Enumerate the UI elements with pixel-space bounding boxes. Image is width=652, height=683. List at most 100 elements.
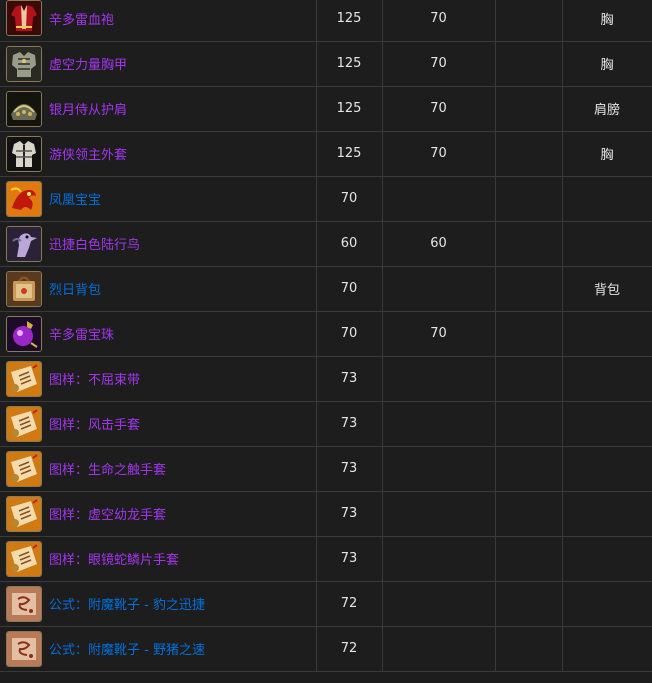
item-level: 125: [336, 101, 362, 116]
item-name-cell: 公式：附魔靴子 - 野猪之速: [0, 626, 317, 672]
required-level-cell: [382, 401, 496, 447]
table-row: 公式：附魔靴子 - 豹之迅捷 72: [0, 581, 652, 627]
formula-scroll-icon[interactable]: [6, 630, 42, 667]
item-slot: 肩膀: [593, 103, 620, 118]
table-row: 图样：眼镜蛇鳞片手套 73: [0, 536, 652, 582]
item-link[interactable]: 图样：生命之触手套: [49, 459, 166, 478]
table-row: 辛多雷宝珠 70 70: [0, 311, 652, 357]
slot-cell: 背包: [562, 266, 652, 312]
required-level: 60: [430, 236, 447, 251]
bag-icon[interactable]: [6, 270, 42, 307]
item-level-cell: 70: [316, 311, 383, 357]
item-table-body: 辛多雷血袍 125 70 胸 虚空力量胸甲 125 70 胸 银月侍从护肩 12…: [0, 0, 652, 672]
pattern-scroll-icon[interactable]: [6, 495, 42, 532]
table-row: 银月侍从护肩 125 70 肩膀: [0, 86, 652, 132]
pattern-scroll-icon[interactable]: [6, 540, 42, 577]
red-robe-icon[interactable]: [6, 0, 42, 37]
required-level-cell: [382, 491, 496, 537]
required-level-cell: 70: [382, 41, 496, 87]
slot-cell: 胸: [562, 131, 652, 177]
item-level: 73: [340, 551, 358, 566]
phoenix-icon[interactable]: [6, 180, 42, 217]
item-level-cell: 72: [316, 626, 383, 672]
item-link[interactable]: 凤凰宝宝: [49, 189, 101, 208]
required-level: 70: [430, 146, 447, 161]
item-link[interactable]: 公式：附魔靴子 - 豹之迅捷: [49, 594, 205, 613]
item-slot: 胸: [600, 58, 614, 73]
table-row: 图样：生命之触手套 73: [0, 446, 652, 492]
pattern-scroll-icon[interactable]: [6, 450, 42, 487]
slot-cell: 胸: [562, 41, 652, 87]
item-level-cell: 60: [316, 221, 383, 267]
item-link[interactable]: 银月侍从护肩: [49, 99, 127, 118]
item-link[interactable]: 图样：风击手套: [49, 414, 140, 433]
item-name-cell: 图样：生命之触手套: [0, 446, 317, 492]
item-level-cell: 125: [316, 86, 383, 132]
item-link[interactable]: 图样：不屈束带: [49, 369, 140, 388]
item-level: 70: [340, 281, 358, 296]
item-link[interactable]: 迅捷白色陆行鸟: [49, 234, 140, 253]
item-name-cell: 游侠领主外套: [0, 131, 317, 177]
item-name-cell: 凤凰宝宝: [0, 176, 317, 222]
item-link[interactable]: 公式：附魔靴子 - 野猪之速: [49, 639, 205, 658]
slot-cell: [562, 401, 652, 447]
slot-cell: [562, 626, 652, 672]
pattern-scroll-icon[interactable]: [6, 405, 42, 442]
shoulder-armor-icon[interactable]: [6, 90, 42, 127]
slot-cell: [562, 581, 652, 627]
item-name-cell: 图样：风击手套: [0, 401, 317, 447]
item-name-cell: 辛多雷血袍: [0, 0, 317, 42]
required-level-cell: [382, 581, 496, 627]
item-link[interactable]: 图样：眼镜蛇鳞片手套: [49, 549, 179, 568]
item-slot: 胸: [600, 12, 614, 28]
item-level-cell: 125: [316, 131, 383, 177]
item-link[interactable]: 图样：虚空幼龙手套: [49, 504, 166, 523]
item-link[interactable]: 辛多雷血袍: [49, 9, 114, 28]
column-4-cell: [495, 311, 563, 357]
item-link[interactable]: 虚空力量胸甲: [49, 54, 127, 73]
column-4-cell: [495, 0, 563, 42]
column-4-cell: [495, 536, 563, 582]
item-level-cell: 70: [316, 176, 383, 222]
item-name-cell: 公式：附魔靴子 - 豹之迅捷: [0, 581, 317, 627]
item-slot: 背包: [593, 283, 620, 298]
pattern-scroll-icon[interactable]: [6, 360, 42, 397]
slot-cell: [562, 311, 652, 357]
item-level: 125: [336, 10, 362, 26]
column-4-cell: [495, 446, 563, 492]
purple-orb-icon[interactable]: [6, 315, 42, 352]
required-level-cell: 60: [382, 221, 496, 267]
item-level-cell: 73: [316, 356, 383, 402]
required-level-cell: 70: [382, 86, 496, 132]
item-name-cell: 图样：不屈束带: [0, 356, 317, 402]
table-row: 迅捷白色陆行鸟 60 60: [0, 221, 652, 267]
column-4-cell: [495, 491, 563, 537]
item-level: 60: [340, 236, 358, 251]
leather-vest-icon[interactable]: [6, 135, 42, 172]
table-row: 游侠领主外套 125 70 胸: [0, 131, 652, 177]
item-level-cell: 72: [316, 581, 383, 627]
item-level: 72: [340, 596, 358, 611]
gray-chestplate-icon[interactable]: [6, 45, 42, 82]
item-table: 辛多雷血袍 125 70 胸 虚空力量胸甲 125 70 胸 银月侍从护肩 12…: [0, 0, 652, 672]
item-link[interactable]: 烈日背包: [49, 279, 101, 298]
required-level: 70: [430, 56, 447, 71]
item-table-container: 辛多雷血袍 125 70 胸 虚空力量胸甲 125 70 胸 银月侍从护肩 12…: [0, 0, 652, 672]
item-slot: 胸: [600, 148, 614, 163]
item-name-cell: 银月侍从护肩: [0, 86, 317, 132]
table-row: 烈日背包 70 背包: [0, 266, 652, 312]
hawkstrider-icon[interactable]: [6, 225, 42, 262]
item-level-cell: 125: [316, 41, 383, 87]
required-level-cell: [382, 266, 496, 312]
item-level-cell: 70: [316, 266, 383, 312]
item-link[interactable]: 游侠领主外套: [49, 144, 127, 163]
column-4-cell: [495, 356, 563, 402]
item-level: 73: [340, 416, 358, 431]
item-level: 70: [340, 326, 358, 341]
item-level-cell: 73: [316, 446, 383, 492]
table-row: 虚空力量胸甲 125 70 胸: [0, 41, 652, 87]
required-level-cell: 70: [382, 0, 496, 42]
formula-scroll-icon[interactable]: [6, 585, 42, 622]
item-link[interactable]: 辛多雷宝珠: [49, 324, 114, 343]
item-level-cell: 73: [316, 401, 383, 447]
